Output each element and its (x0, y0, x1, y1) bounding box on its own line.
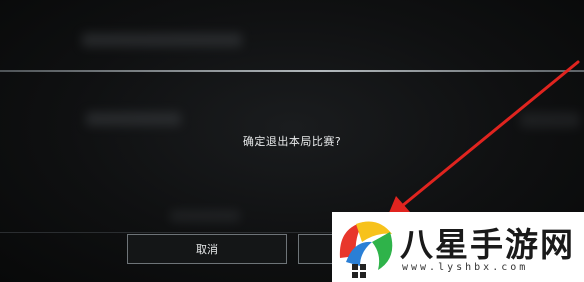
game-screen: 确定退出本局比赛? 取消 八星手游网 www.lyshbx.com (0, 0, 584, 282)
background-footer-blurred (170, 210, 240, 222)
cancel-button[interactable]: 取消 (127, 234, 287, 264)
dialog-top-divider (0, 70, 584, 72)
exit-match-message: 确定退出本局比赛? (242, 135, 342, 148)
background-side-blurred (520, 112, 580, 128)
pinwheel-logo-icon (339, 221, 393, 278)
site-watermark: 八星手游网 www.lyshbx.com (332, 212, 584, 282)
watermark-name: 八星手游网 (400, 225, 575, 264)
watermark-url: www.lyshbx.com (402, 262, 529, 273)
background-label-blurred (86, 112, 181, 126)
cancel-button-label: 取消 (196, 243, 218, 256)
background-header-blurred (82, 33, 242, 47)
